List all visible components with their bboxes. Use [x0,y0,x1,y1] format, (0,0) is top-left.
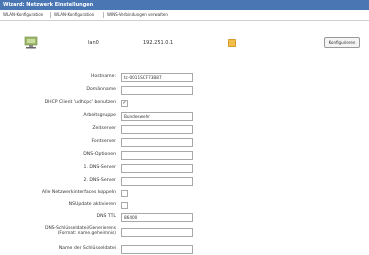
window-title: Wizard: Netzwerk Einstellungen [3,2,94,8]
dns-key-row: DNS-Schlüsseldatei/Generierens (Format: … [0,226,369,242]
dns-ttl-row: DNS TTL 86400 [0,213,369,223]
fontserver-input[interactable] [121,138,193,147]
dns1-input[interactable] [121,164,193,173]
dns-key-input[interactable] [121,228,193,237]
fontserver-label: Fontserver [91,139,116,144]
workgroup-input[interactable]: Bundeswehr [121,112,193,121]
workgroup-row: Arbeitsgruppe Bundeswehr [0,112,369,122]
hostname-input[interactable]: tc-0011SCF73B87 [121,73,193,82]
dns-options-label: DNS-Optionen [83,152,116,157]
dns1-row: 1. DNS-Server [0,164,369,174]
dns2-row: 2. DNS-Server [0,177,369,187]
hostname-row: Hostname: tc-0011SCF73B87 [0,73,369,83]
dns1-label: 1. DNS-Server [83,165,116,170]
bridge-label: Alle Netzwerkinterfaces koppeln [41,190,116,195]
tab-bar: WLAN-Konfiguration WLAN-Konfiguration WI… [0,10,369,21]
tab-separator [50,12,51,18]
domain-row: Domänname [0,86,369,96]
network-card-icon [24,36,38,49]
tab-separator [103,12,104,18]
dhcp-checkbox[interactable]: ✓ [121,100,128,107]
timeserver-input[interactable] [121,125,193,134]
workgroup-label: Arbeitsgruppe [83,113,116,118]
dns-ttl-input[interactable]: 86400 [121,213,193,222]
timeserver-row: Zeitserver [0,125,369,135]
domain-input[interactable] [121,86,193,95]
tab-lan-config[interactable]: WLAN-Konfiguration [3,10,43,20]
key-name-row: Name der Schlüsseldatei [0,245,369,255]
key-name-label: Name der Schlüsseldatei [58,246,116,251]
dhcp-label: DHCP Client 'udhcpc' benutzen [44,100,116,105]
warning-icon [228,39,236,47]
dns-key-format-label: (Format: name.geheimnis) [57,231,116,236]
dns2-input[interactable] [121,177,193,186]
window-title-bar: Wizard: Netzwerk Einstellungen [0,0,369,10]
hostname-label: Hostname: [90,74,116,79]
dns-options-input[interactable] [121,151,193,160]
configure-button[interactable]: Konfigurieren [324,37,360,48]
dns-ttl-label: DNS TTL [96,214,116,219]
tab-wlan-config[interactable]: WLAN-Konfiguration [54,10,94,20]
network-device-row: lan0 192.251.0.1 Konfigurieren [0,34,369,56]
domain-label: Domänname [86,87,116,92]
dhcp-row: DHCP Client 'udhcpc' benutzen ✓ [0,99,369,109]
dns-options-row: DNS-Optionen [0,151,369,161]
key-name-input[interactable] [121,245,193,254]
bridge-row: Alle Netzwerkinterfaces koppeln [0,189,369,199]
dns2-label: 2. DNS-Server [83,178,116,183]
device-name: lan0 [88,40,99,46]
bridge-checkbox[interactable] [121,190,128,197]
nsupdate-row: NSUpdate aktivieren [0,201,369,211]
device-ip: 192.251.0.1 [143,40,174,46]
timeserver-label: Zeitserver [92,126,116,131]
nsupdate-checkbox[interactable] [121,202,128,209]
tab-wins-connections[interactable]: WINS-Verbindungen verwalten [107,10,168,20]
nsupdate-label: NSUpdate aktivieren [68,202,116,207]
fontserver-row: Fontserver [0,138,369,148]
